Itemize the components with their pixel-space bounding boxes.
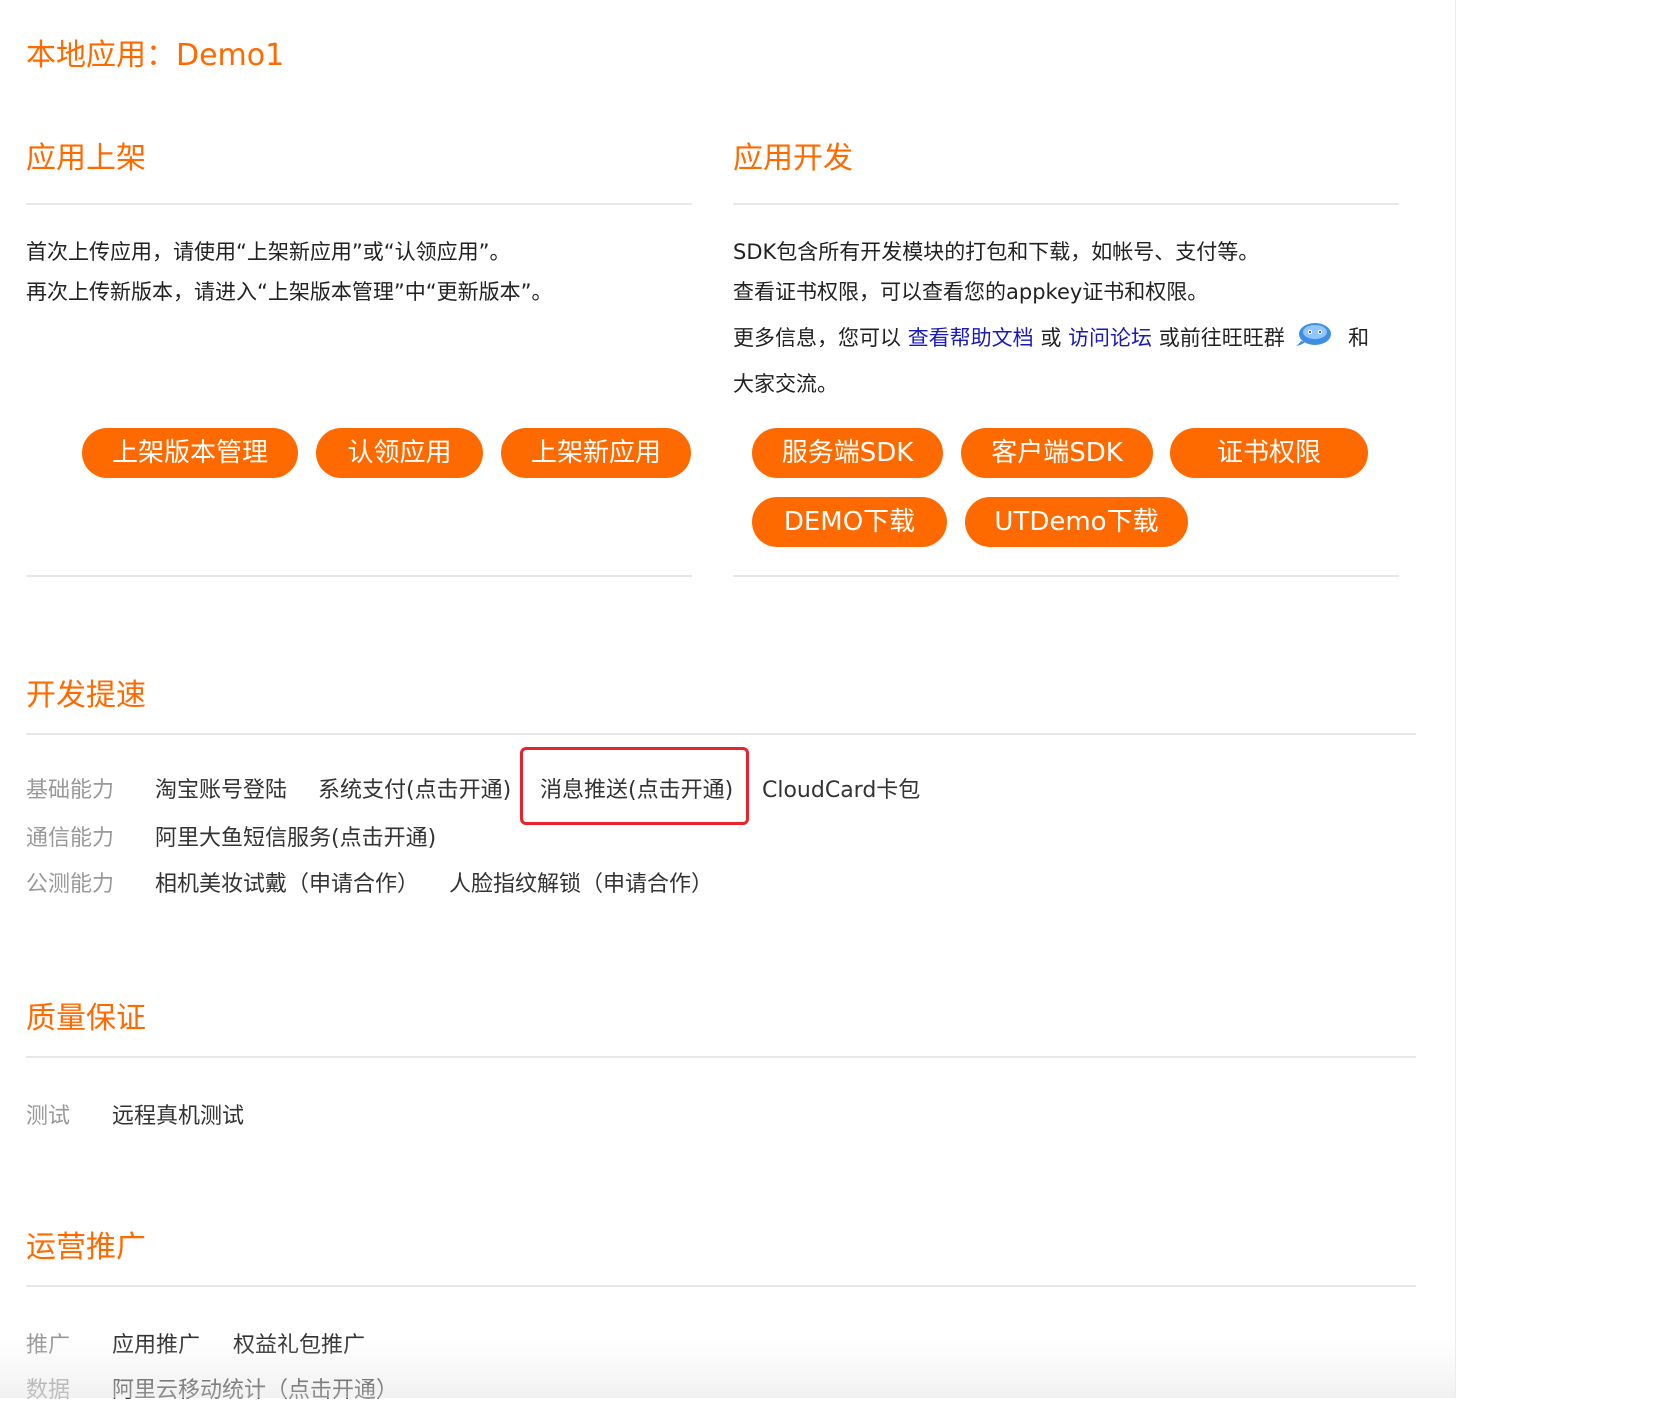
cloudcard-link[interactable]: CloudCard卡包 [762, 772, 920, 804]
aliyun-mobile-analytics-link[interactable]: 阿里云移动统计（点击开通） [112, 1372, 398, 1404]
remote-device-test-link[interactable]: 远程真机测试 [112, 1098, 244, 1130]
develop-line-3: 更多信息，您可以 查看帮助文档 或 访问论坛 或前往旺旺群 和 [733, 312, 1369, 364]
develop-or-text: 或 [1040, 326, 1062, 350]
sms-service-link[interactable]: 阿里大鱼短信服务(点击开通) [155, 820, 436, 852]
demo-download-button[interactable]: DEMO下载 [752, 497, 947, 547]
develop-line-4: 大家交流。 [733, 372, 838, 396]
develop-bottom-divider [733, 575, 1399, 577]
publish-description: 首次上传应用，请使用“上架新应用”或“认领应用”。 再次上传新版本，请进入“上架… [26, 232, 553, 312]
speedup-section-title: 开发提速 [26, 678, 146, 713]
system-payment-link[interactable]: 系统支付(点击开通) [318, 772, 511, 804]
help-docs-link[interactable]: 查看帮助文档 [908, 326, 1034, 350]
develop-section-title: 应用开发 [733, 141, 853, 176]
develop-line-1: SDK包含所有开发模块的打包和下载，如帐号、支付等。 [733, 240, 1260, 264]
operations-section-title: 运营推广 [26, 1230, 146, 1265]
publish-new-app-button[interactable]: 上架新应用 [501, 428, 691, 478]
publish-description-line-2: 再次上传新版本，请进入“上架版本管理”中“更新版本”。 [26, 280, 553, 304]
row-label-beta: 公测能力 [26, 872, 115, 897]
utdemo-download-button[interactable]: UTDemo下载 [965, 497, 1188, 547]
develop-line-2: 查看证书权限，可以查看您的appkey证书和权限。 [733, 280, 1209, 304]
develop-line-3-mid: 或前往旺旺群 [1158, 326, 1285, 350]
publish-section-title: 应用上架 [26, 141, 146, 176]
develop-description: SDK包含所有开发模块的打包和下载，如帐号、支付等。 查看证书权限，可以查看您的… [733, 232, 1369, 404]
camera-makeup-link[interactable]: 相机美妆试戴（申请合作） [155, 866, 419, 898]
version-management-button[interactable]: 上架版本管理 [82, 428, 298, 478]
taobao-login-link[interactable]: 淘宝账号登陆 [155, 772, 287, 804]
certificate-permission-button[interactable]: 证书权限 [1170, 428, 1368, 478]
row-label-data: 数据 [26, 1378, 71, 1403]
quality-section-title: 质量保证 [26, 1001, 146, 1036]
publish-description-line-1: 首次上传应用，请使用“上架新应用”或“认领应用”。 [26, 240, 511, 264]
publish-top-divider [26, 203, 692, 205]
forum-link[interactable]: 访问论坛 [1068, 326, 1152, 350]
develop-line-3-prefix: 更多信息，您可以 [733, 326, 901, 350]
publish-bottom-divider [26, 575, 692, 577]
row-label-promotion: 推广 [26, 1333, 71, 1358]
row-label-test: 测试 [26, 1104, 71, 1129]
right-divider [1455, 0, 1456, 1398]
server-sdk-button[interactable]: 服务端SDK [752, 428, 943, 478]
face-fingerprint-link[interactable]: 人脸指纹解锁（申请合作） [449, 866, 713, 898]
row-label-communication: 通信能力 [26, 826, 115, 851]
message-push-highlight [520, 747, 749, 825]
speedup-divider [26, 733, 1416, 735]
client-sdk-button[interactable]: 客户端SDK [961, 428, 1153, 478]
row-label-basic: 基础能力 [26, 778, 115, 803]
app-promotion-link[interactable]: 应用推广 [112, 1327, 200, 1359]
operations-divider [26, 1285, 1416, 1287]
page-title: 本地应用：Demo1 [26, 38, 285, 73]
develop-top-divider [733, 203, 1399, 205]
wangwang-icon[interactable] [1295, 321, 1333, 347]
quality-divider [26, 1056, 1416, 1058]
gift-pack-promotion-link[interactable]: 权益礼包推广 [233, 1327, 365, 1359]
claim-app-button[interactable]: 认领应用 [316, 428, 483, 478]
develop-line-3-suffix: 和 [1348, 326, 1370, 350]
